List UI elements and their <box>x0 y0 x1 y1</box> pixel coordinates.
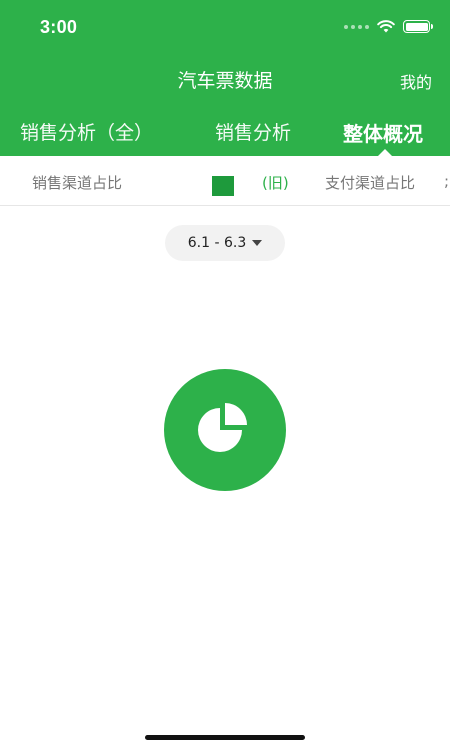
tab-overview[interactable]: 整体概况 <box>343 118 423 147</box>
date-range-label: 6.1 - 6.3 <box>187 235 247 251</box>
subtab-sales-channel-share[interactable]: 销售渠道占比 <box>32 172 122 193</box>
caret-down-icon <box>252 240 263 246</box>
app-header: 3:00 汽车票数据 我的 销售分析（全） 销售分析 整体概况 <box>0 0 450 156</box>
status-time: 3:00 <box>40 17 78 37</box>
date-range-picker[interactable]: 6.1 - 6.3 <box>165 225 285 261</box>
battery-icon <box>403 20 433 33</box>
wifi-icon <box>377 20 395 33</box>
status-icons <box>344 20 433 33</box>
signal-dots-icon <box>344 24 369 29</box>
tab-sales-analysis[interactable]: 销售分析 <box>215 118 291 145</box>
tab-sales-analysis-all[interactable]: 销售分析（全） <box>20 118 153 145</box>
redacted-block <box>212 176 234 196</box>
subtab-payment-channel-share[interactable]: 支付渠道占比 <box>325 172 415 193</box>
subtab-more[interactable]: ; <box>444 172 449 190</box>
pie-chart-icon <box>164 369 286 491</box>
subtab-old[interactable]: (旧) <box>262 172 289 193</box>
mine-button[interactable]: 我的 <box>400 69 432 93</box>
page-title: 汽车票数据 <box>177 70 273 92</box>
active-tab-indicator <box>378 149 392 156</box>
home-indicator <box>145 735 305 740</box>
